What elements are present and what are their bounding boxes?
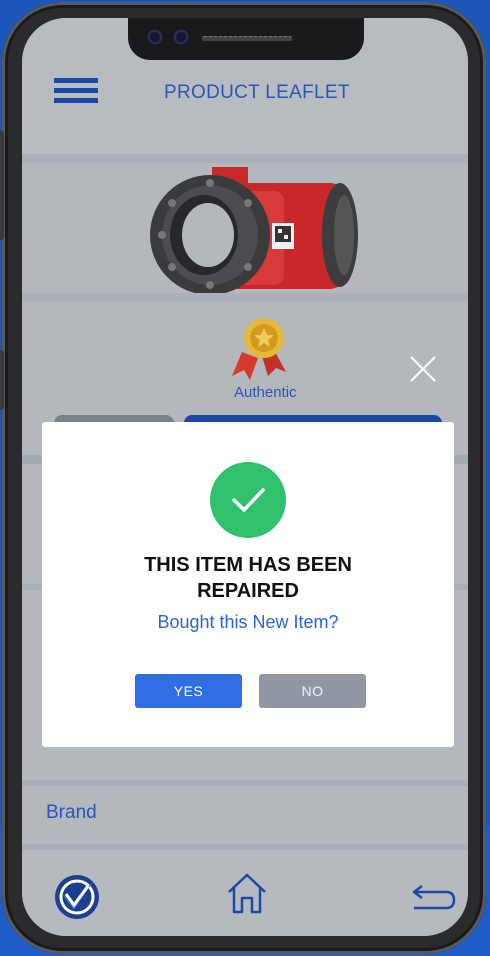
phone-notch bbox=[128, 18, 364, 60]
medal-icon bbox=[232, 318, 286, 380]
success-badge bbox=[210, 462, 286, 538]
app-screen: PRODUCT LEAFLET Authentic Brand THIS ITE… bbox=[22, 18, 468, 936]
close-icon[interactable] bbox=[408, 354, 438, 384]
brand-logo[interactable] bbox=[52, 872, 102, 922]
repair-status-modal: THIS ITEM HAS BEEN REPAIRED Bought this … bbox=[42, 422, 454, 747]
product-image-section bbox=[22, 163, 468, 295]
page-title: PRODUCT LEAFLET bbox=[164, 82, 350, 103]
section-divider bbox=[22, 293, 468, 302]
camera-lens bbox=[148, 30, 162, 44]
side-button-lower bbox=[0, 350, 4, 410]
hamburger-icon[interactable] bbox=[54, 78, 98, 104]
yes-button[interactable]: YES bbox=[135, 674, 242, 708]
side-button-upper bbox=[0, 130, 4, 240]
modal-title: THIS ITEM HAS BEEN REPAIRED bbox=[42, 552, 454, 604]
section-divider bbox=[22, 154, 468, 163]
product-valve-image bbox=[150, 167, 358, 295]
section-divider bbox=[22, 780, 468, 786]
check-icon bbox=[232, 488, 265, 512]
back-arrow-icon[interactable] bbox=[410, 880, 456, 912]
authenticity-label: Authentic bbox=[234, 384, 297, 401]
modal-title-line-2: REPAIRED bbox=[197, 580, 299, 602]
sensor-lens bbox=[174, 30, 188, 44]
speaker-grill bbox=[202, 36, 292, 41]
modal-subtitle: Bought this New Item? bbox=[157, 612, 339, 632]
modal-title-line-1: THIS ITEM HAS BEEN bbox=[144, 554, 352, 576]
no-button[interactable]: NO bbox=[259, 674, 366, 708]
home-icon[interactable] bbox=[224, 870, 270, 916]
brand-label: Brand bbox=[46, 802, 97, 823]
